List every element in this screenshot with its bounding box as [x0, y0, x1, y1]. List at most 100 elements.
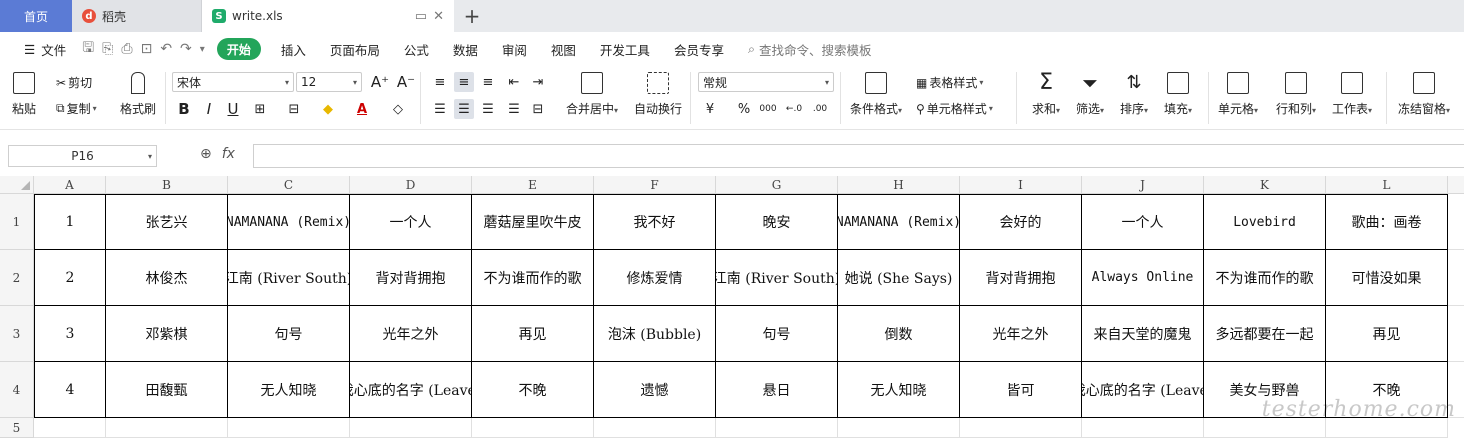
column-header-a[interactable]: A	[34, 176, 106, 194]
align-top-icon[interactable]: ≡	[430, 72, 450, 92]
cell-d4[interactable]: 我心底的名字 (Leave)	[350, 362, 472, 418]
cell-e4[interactable]: 不晚	[472, 362, 594, 418]
wrap-text-button[interactable]: 自动换行	[634, 72, 682, 117]
preview-icon[interactable]: ⊡	[137, 41, 157, 57]
row-header-1[interactable]: 1	[0, 194, 34, 250]
cell-l2[interactable]: 可惜没如果	[1326, 250, 1448, 306]
column-header-b[interactable]: B	[106, 176, 228, 194]
cell-c3[interactable]: 句号	[228, 306, 350, 362]
table-style-button[interactable]: ▦ 表格样式 ▾	[916, 74, 983, 91]
cell-j3[interactable]: 来自天堂的魔鬼	[1082, 306, 1204, 362]
align-middle-icon[interactable]: ≡	[454, 72, 474, 92]
customize-icon[interactable]: ▾	[196, 44, 209, 55]
fill-button[interactable]: 填充▾	[1164, 72, 1192, 117]
align-bottom-icon[interactable]: ≡	[478, 72, 498, 92]
cell-b1[interactable]: 张艺兴	[106, 194, 228, 250]
menu-data[interactable]: 数据	[441, 32, 490, 66]
cell-i3[interactable]: 光年之外	[960, 306, 1082, 362]
cell-g4[interactable]: 悬日	[716, 362, 838, 418]
cell-k1[interactable]: Lovebird	[1204, 194, 1326, 250]
sort-button[interactable]: ⇅ 排序▾	[1120, 72, 1148, 117]
export-icon[interactable]: ⎘	[98, 41, 117, 57]
cell-g2[interactable]: 江南 (River South)	[716, 250, 838, 306]
cell-d1[interactable]: 一个人	[350, 194, 472, 250]
cell-h5[interactable]	[838, 418, 960, 438]
fx-icon[interactable]: fx	[222, 146, 235, 162]
cell-i1[interactable]: 会好的	[960, 194, 1082, 250]
currency-button[interactable]: ¥	[700, 99, 720, 119]
cell-e3[interactable]: 再见	[472, 306, 594, 362]
cell-f1[interactable]: 我不好	[594, 194, 716, 250]
cell-a5[interactable]	[34, 418, 106, 438]
distribute-icon[interactable]: ⊟	[528, 99, 548, 119]
cut-button[interactable]: ✂ 剪切	[56, 74, 92, 91]
cell-style-button[interactable]: ⚲ 单元格样式 ▾	[916, 100, 993, 117]
sum-button[interactable]: Σ 求和▾	[1032, 72, 1060, 117]
cell-l3[interactable]: 再见	[1326, 306, 1448, 362]
menu-view[interactable]: 视图	[539, 32, 588, 66]
percent-button[interactable]: %	[734, 99, 754, 119]
cell-b2[interactable]: 林俊杰	[106, 250, 228, 306]
add-tab-button[interactable]: +	[454, 0, 490, 32]
cell-c4[interactable]: 无人知晓	[228, 362, 350, 418]
menu-formulas[interactable]: 公式	[392, 32, 441, 66]
tab-write-xls[interactable]: S write.xls ▭ ✕	[202, 0, 454, 32]
column-header-m[interactable]	[1448, 176, 1464, 194]
conditional-format-button[interactable]: 条件格式▾	[850, 72, 902, 117]
column-header-g[interactable]: G	[716, 176, 838, 194]
indent-decrease-icon[interactable]: ⇤	[504, 72, 524, 92]
font-family-select[interactable]: 宋体 ▾	[172, 72, 294, 92]
increase-decimal-button[interactable]: ←.0	[784, 99, 804, 119]
merge-center-button[interactable]: 合并居中▾	[566, 72, 618, 117]
cell-i5[interactable]	[960, 418, 1082, 438]
cell-k3[interactable]: 多远都要在一起	[1204, 306, 1326, 362]
name-box[interactable]: P16 ▾	[8, 145, 157, 167]
tab-docer[interactable]: d 稻壳	[72, 0, 202, 32]
menu-membership[interactable]: 会员专享	[662, 32, 736, 66]
cell-k2[interactable]: 不为谁而作的歌	[1204, 250, 1326, 306]
row-header-3[interactable]: 3	[0, 306, 34, 362]
print-icon[interactable]: ⎙	[117, 41, 136, 57]
cell-e2[interactable]: 不为谁而作的歌	[472, 250, 594, 306]
row-header-4[interactable]: 4	[0, 362, 34, 418]
menu-page-layout[interactable]: 页面布局	[318, 32, 392, 66]
font-color-icon[interactable]: A	[352, 99, 372, 119]
cell-a3[interactable]: 3	[34, 306, 106, 362]
thousands-button[interactable]: 000	[758, 99, 778, 119]
column-header-k[interactable]: K	[1204, 176, 1326, 194]
align-right-icon[interactable]: ☰	[478, 99, 498, 119]
menu-review[interactable]: 审阅	[490, 32, 539, 66]
cell-c1[interactable]: NAMANANA (Remix)	[228, 194, 350, 250]
cell-a4[interactable]: 4	[34, 362, 106, 418]
menu-developer[interactable]: 开发工具	[588, 32, 662, 66]
decrease-decimal-button[interactable]: .00	[810, 99, 830, 119]
justify-icon[interactable]: ☰	[504, 99, 524, 119]
cell-c5[interactable]	[228, 418, 350, 438]
sheet-button[interactable]: 工作表▾	[1332, 72, 1372, 117]
cell-l1[interactable]: 歌曲：画卷	[1326, 194, 1448, 250]
cell-f4[interactable]: 遗憾	[594, 362, 716, 418]
underline-button[interactable]: U	[223, 99, 243, 119]
number-format-select[interactable]: 常规 ▾	[698, 72, 834, 92]
command-search[interactable]: ⌕ 查找命令、搜索模板	[736, 32, 884, 66]
cell-m1[interactable]	[1448, 194, 1464, 250]
bold-button[interactable]: B	[174, 99, 194, 119]
menu-insert[interactable]: 插入	[269, 32, 318, 66]
border-icon[interactable]: ⊞	[250, 99, 270, 119]
cell-e5[interactable]	[472, 418, 594, 438]
cell-i2[interactable]: 背对背拥抱	[960, 250, 1082, 306]
column-header-d[interactable]: D	[350, 176, 472, 194]
column-header-l[interactable]: L	[1326, 176, 1448, 194]
row-col-button[interactable]: 行和列▾	[1276, 72, 1316, 117]
cell-b5[interactable]	[106, 418, 228, 438]
zoom-icon[interactable]: ⊕	[200, 146, 212, 162]
cell-m4[interactable]	[1448, 362, 1464, 418]
close-icon[interactable]: ✕	[433, 9, 444, 24]
italic-button[interactable]: I	[199, 99, 219, 119]
cell-d5[interactable]	[350, 418, 472, 438]
cell-k5[interactable]	[1204, 418, 1326, 438]
cell-h2[interactable]: 她说 (She Says)	[838, 250, 960, 306]
column-header-e[interactable]: E	[472, 176, 594, 194]
cell-f3[interactable]: 泡沫 (Bubble)	[594, 306, 716, 362]
row-header-5[interactable]: 5	[0, 418, 34, 438]
